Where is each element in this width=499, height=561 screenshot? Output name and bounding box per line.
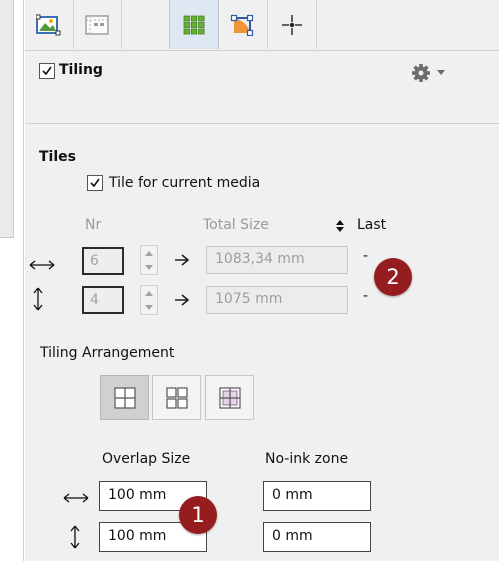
- arrangement-option-3[interactable]: [205, 375, 254, 420]
- grid-arrangement-3-icon: [218, 386, 241, 409]
- vertical-total-size-field: 1075 mm: [206, 286, 348, 314]
- horizontal-arrow-icon: [29, 258, 55, 274]
- stepper-down-icon: [141, 300, 157, 314]
- right-arrow-icon: [174, 254, 190, 270]
- arrangement-option-1[interactable]: [100, 375, 149, 420]
- checkmark-icon: [42, 66, 52, 76]
- noink-vertical-input[interactable]: 0 mm: [263, 522, 371, 552]
- last-column-header: Last: [357, 217, 387, 233]
- gear-dropdown-icon: [412, 64, 445, 82]
- tiles-heading: Tiles: [39, 149, 76, 165]
- horizontal-last-value: -: [363, 248, 369, 264]
- tile-current-media-checkbox[interactable]: [87, 175, 103, 191]
- overlap-size-label: Overlap Size: [102, 451, 191, 467]
- tool-tab-bar: [25, 0, 499, 51]
- tab-tiling[interactable]: [169, 0, 219, 49]
- image-edit-icon: [36, 14, 61, 35]
- horizontal-tile-count-field[interactable]: 6: [82, 247, 124, 275]
- left-panel-edge: [0, 0, 14, 238]
- tiling-arrangement-label: Tiling Arrangement: [40, 345, 175, 361]
- stepper-up-icon: [141, 246, 157, 260]
- checkmark-icon: [90, 178, 100, 188]
- vertical-tile-stepper[interactable]: [140, 285, 158, 315]
- grid-arrangement-2-icon: [165, 386, 188, 409]
- sort-arrows-icon: [336, 220, 344, 232]
- section-divider: [25, 123, 499, 124]
- horizontal-tile-stepper[interactable]: [140, 245, 158, 275]
- tiling-label: Tiling: [59, 62, 103, 78]
- layout-icon: [85, 14, 109, 35]
- tab-curves[interactable]: [219, 0, 268, 49]
- settings-menu-button[interactable]: [411, 62, 451, 84]
- vertical-arrow-icon: [70, 525, 80, 553]
- vertical-tile-count-field[interactable]: 4: [82, 286, 124, 314]
- tab-position[interactable]: [268, 0, 317, 49]
- horizontal-total-size-field: 1083,34 mm: [206, 246, 348, 274]
- stepper-down-icon: [141, 260, 157, 274]
- noink-horizontal-input[interactable]: 0 mm: [263, 481, 371, 511]
- stepper-up-icon: [141, 286, 157, 300]
- right-arrow-icon: [174, 294, 190, 310]
- panel-divider: [23, 0, 24, 561]
- tab-image[interactable]: [25, 0, 74, 49]
- nr-column-header: Nr: [85, 217, 102, 233]
- callout-badge-2: 2: [374, 258, 412, 296]
- vertical-arrow-icon: [33, 287, 43, 315]
- sort-toggle[interactable]: [335, 219, 345, 237]
- tiling-panel: Tiling Tiles Tile for current media Nr T…: [25, 0, 499, 561]
- noink-zone-label: No-ink zone: [265, 451, 349, 467]
- tile-current-media-label: Tile for current media: [109, 175, 261, 191]
- callout-badge-1: 1: [179, 496, 217, 534]
- vertical-last-value: -: [363, 288, 369, 304]
- total-size-column-header: Total Size: [203, 217, 269, 233]
- grid-arrangement-1-icon: [113, 386, 136, 409]
- horizontal-arrow-icon: [63, 491, 89, 507]
- crosshair-icon: [282, 14, 302, 35]
- tiling-grid-icon: [183, 15, 205, 34]
- arrangement-option-2[interactable]: [152, 375, 201, 420]
- tab-layout[interactable]: [73, 0, 122, 49]
- tiling-checkbox[interactable]: [39, 63, 55, 79]
- curve-fill-icon: [230, 14, 254, 36]
